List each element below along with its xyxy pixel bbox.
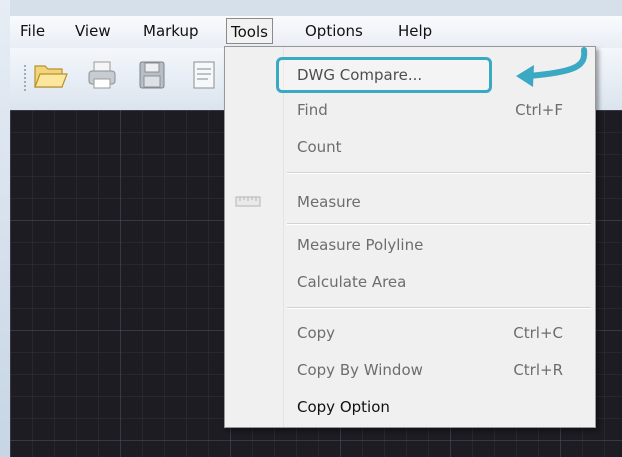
folder-open-icon[interactable] [32,57,68,93]
menu-item-label: Find [297,101,328,119]
shortcut-label: Ctrl+R [513,361,563,379]
window-frame-edge [0,0,10,457]
printer-icon[interactable] [84,57,120,93]
menu-markup[interactable]: Markup [139,18,203,44]
menu-item-copy-option[interactable]: Copy Option [227,392,593,422]
document-icon[interactable] [186,57,222,93]
shortcut-label: Ctrl+C [513,324,563,342]
toolbar-grip[interactable] [23,64,27,92]
menu-view[interactable]: View [71,18,115,44]
menu-tools[interactable]: Tools [226,18,273,44]
menu-item-measure[interactable]: Measure [227,187,593,217]
menu-item-count[interactable]: Count [227,132,593,162]
application-window: File View Markup Tools Options Help DWG … [0,0,622,457]
menu-item-copy-by-window[interactable]: Copy By Window Ctrl+R [227,355,593,385]
menu-item-label: Copy [297,324,336,342]
menu-item-measure-polyline[interactable]: Measure Polyline [227,230,593,260]
menu-separator [287,307,591,309]
menu-help[interactable]: Help [394,18,436,44]
menu-item-label: Measure Polyline [297,236,424,254]
menu-file[interactable]: File [16,18,49,44]
menu-item-label: Copy By Window [297,361,423,379]
menu-separator [287,223,591,225]
highlight-box [276,57,492,93]
ruler-icon [235,191,261,217]
menu-item-label: Count [297,138,342,156]
save-icon[interactable] [134,57,170,93]
menu-separator [287,172,591,174]
menu-item-copy[interactable]: Copy Ctrl+C [227,318,593,348]
shortcut-label: Ctrl+F [515,101,563,119]
menu-item-calculate-area[interactable]: Calculate Area [227,267,593,297]
tools-dropdown-menu: DWG Compare... Find Ctrl+F Count Measure… [224,46,596,428]
menu-item-label: Calculate Area [297,273,407,291]
menu-item-label: Measure [297,193,361,211]
curved-arrow-icon [488,44,608,100]
menu-options[interactable]: Options [301,18,367,44]
menu-item-label: Copy Option [297,398,390,416]
